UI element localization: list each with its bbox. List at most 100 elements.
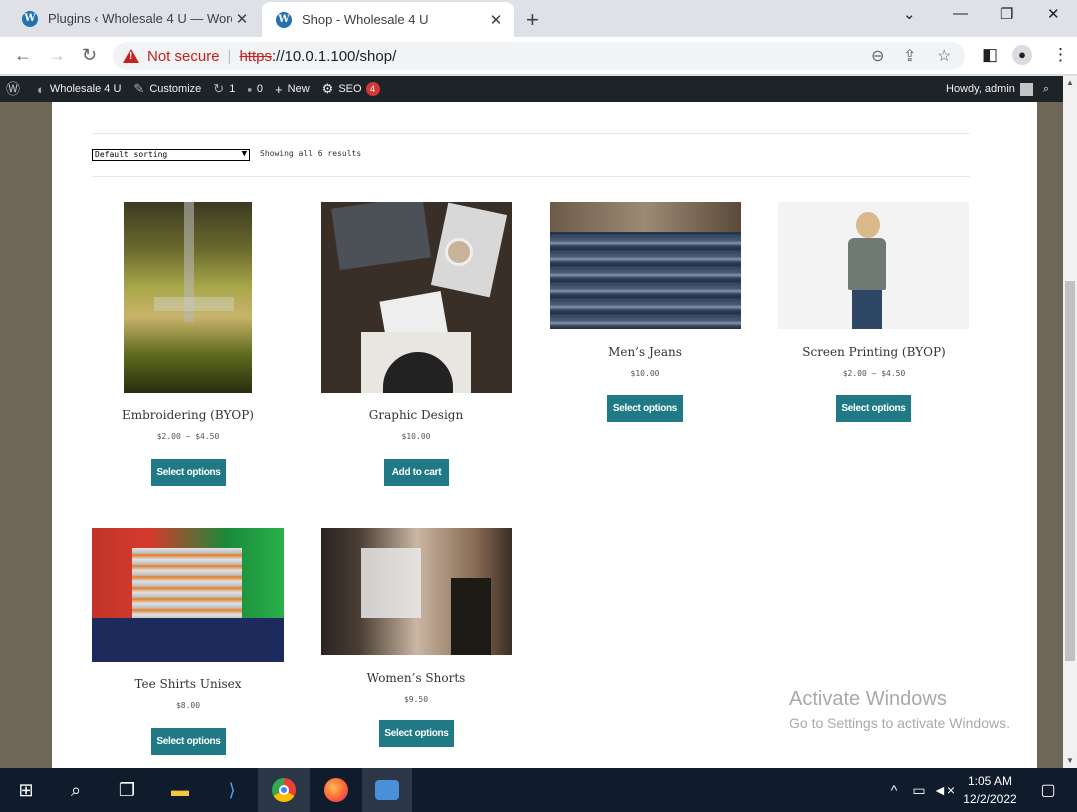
windows-start-icon[interactable]: ⊞: [12, 776, 40, 804]
seo-menu[interactable]: ⚙ SEO 4: [322, 81, 380, 97]
url-scheme: https: [239, 47, 272, 65]
warning-icon: [123, 49, 139, 63]
plus-icon: +: [275, 81, 283, 97]
scrollbar-thumb[interactable]: [1065, 281, 1075, 661]
file-explorer-icon[interactable]: ▬: [166, 776, 194, 804]
dashboard-icon: ◐: [37, 81, 45, 97]
select-options-button[interactable]: Select options: [836, 395, 911, 422]
product-image-screen-printing[interactable]: [778, 202, 969, 329]
product-price: $10.00: [401, 432, 431, 441]
product-image-tee-shirts[interactable]: [92, 528, 284, 662]
tab-plugins[interactable]: W Plugins ‹ Wholesale 4 U — WordPress ✕: [8, 0, 260, 37]
avatar: [1019, 82, 1033, 96]
task-view-icon[interactable]: ❐: [113, 776, 141, 804]
seo-icon: ⚙: [321, 81, 334, 96]
firefox-icon[interactable]: [322, 776, 350, 804]
profile-icon[interactable]: ●: [1012, 45, 1032, 65]
product-image-embroidering[interactable]: [124, 202, 252, 393]
remote-desktop-icon[interactable]: [373, 776, 401, 804]
volume-muted-icon[interactable]: ◄×: [930, 776, 958, 804]
share-icon[interactable]: ⇪: [903, 46, 916, 66]
tab-search-chevron-icon[interactable]: ⌄: [903, 5, 916, 23]
product-name[interactable]: Men’s Jeans: [530, 345, 760, 359]
chrome-icon[interactable]: [270, 776, 298, 804]
search-icon[interactable]: ⌕: [1043, 83, 1049, 96]
new-content-link[interactable]: + New: [275, 82, 310, 97]
separator: |: [227, 47, 232, 65]
close-tab-icon[interactable]: ✕: [232, 10, 252, 28]
security-label[interactable]: Not secure: [147, 48, 220, 65]
comments-link[interactable]: ▪ 0: [247, 82, 263, 97]
select-options-button[interactable]: Select options: [607, 395, 683, 422]
close-window-icon[interactable]: ✕: [1047, 5, 1060, 23]
product-price: $8.00: [175, 701, 201, 710]
divider: [92, 133, 970, 134]
browser-toolbar: ← → ↻ Not secure | https://10.0.1.100/sh…: [0, 37, 1077, 75]
clock-date: 12/2/2022: [963, 792, 1017, 806]
tab-title: Shop - Wholesale 4 U: [302, 12, 429, 27]
page-viewport: Default sorting ▼ Showing all 6 results …: [0, 102, 1063, 768]
select-options-button[interactable]: Select options: [151, 459, 226, 486]
product-price: $2.00 – $4.50: [156, 432, 220, 441]
site-name-link[interactable]: ◐ Wholesale 4 U: [37, 82, 121, 97]
tab-title: Plugins ‹ Wholesale 4 U — WordPress: [48, 11, 232, 26]
restore-icon[interactable]: ❐: [1000, 5, 1013, 23]
wordpress-icon: W: [276, 11, 292, 28]
search-icon[interactable]: ⌕: [62, 776, 90, 804]
close-tab-icon[interactable]: ✕: [486, 11, 506, 29]
clock-time: 1:05 AM: [967, 774, 1013, 788]
add-to-cart-button[interactable]: Add to cart: [384, 459, 449, 486]
scroll-up-icon[interactable]: ▲: [1066, 78, 1074, 87]
updates-link[interactable]: ↻ 1: [213, 81, 235, 97]
forward-icon[interactable]: →: [48, 45, 66, 66]
sort-select[interactable]: Default sorting ▼: [92, 149, 250, 161]
tab-shop[interactable]: W Shop - Wholesale 4 U ✕: [262, 2, 514, 37]
new-tab-icon[interactable]: +: [526, 7, 539, 33]
wp-admin-bar: Ⓦ ◐ Wholesale 4 U ✎ Customize ↻ 1 ▪ 0 + New ⚙…: [0, 76, 1077, 102]
address-bar[interactable]: Not secure | https://10.0.1.100/shop/ ⊖ …: [113, 42, 965, 70]
result-count: Showing all 6 results: [260, 149, 362, 158]
product-name[interactable]: Screen Printing (BYOP): [759, 345, 989, 359]
browser-tab-strip: W Plugins ‹ Wholesale 4 U — WordPress ✕ …: [0, 0, 1077, 37]
activate-windows-subtitle: Go to Settings to activate Windows.: [789, 715, 1010, 731]
page-scrollbar[interactable]: ▲ ▼: [1063, 76, 1077, 768]
select-options-button[interactable]: Select options: [379, 720, 454, 747]
bookmark-star-icon[interactable]: ☆: [937, 46, 951, 66]
show-hidden-icons-chevron-icon[interactable]: ^: [880, 776, 908, 804]
chevron-down-icon: ▼: [241, 149, 247, 159]
network-icon[interactable]: ▭: [905, 776, 933, 804]
product-price: $10.00: [630, 369, 660, 378]
menu-icon[interactable]: ⋮: [1052, 45, 1069, 65]
product-price: $2.00 – $4.50: [842, 369, 906, 378]
minimize-icon[interactable]: —: [953, 5, 968, 22]
wp-logo-icon[interactable]: Ⓦ: [6, 79, 25, 99]
windows-taskbar: ⊞ ⌕ ❐ ▬ ⟩ ^ ▭ ◄× 1:05 AM 12/2/2022 ▢: [0, 768, 1077, 812]
product-name[interactable]: Graphic Design: [301, 408, 531, 422]
wordpress-icon: W: [22, 10, 38, 27]
customize-link[interactable]: ✎ Customize: [133, 81, 201, 97]
url-text: ://10.0.1.100/shop/: [271, 47, 397, 65]
seo-count-badge: 4: [365, 82, 380, 96]
comment-icon: ▪: [247, 81, 252, 97]
product-image-graphic-design[interactable]: [321, 202, 512, 393]
product-image-womens-shorts[interactable]: [321, 528, 512, 655]
product-price: $9.50: [403, 695, 429, 704]
product-name[interactable]: Tee Shirts Unisex: [73, 677, 303, 691]
product-image-mens-jeans[interactable]: [550, 202, 741, 329]
back-icon[interactable]: ←: [14, 45, 32, 66]
system-clock[interactable]: 1:05 AM 12/2/2022: [960, 772, 1020, 808]
product-name[interactable]: Women’s Shorts: [301, 671, 531, 685]
scroll-down-icon[interactable]: ▼: [1066, 756, 1074, 765]
updates-icon: ↻: [213, 81, 225, 96]
side-panel-icon[interactable]: ◧: [982, 45, 998, 65]
notifications-icon[interactable]: ▢: [1034, 776, 1062, 804]
zoom-icon[interactable]: ⊖: [871, 46, 884, 66]
divider: [92, 176, 970, 177]
howdy-account-menu[interactable]: Howdy, admin: [946, 82, 1033, 96]
activate-windows-title: Activate Windows: [789, 688, 947, 710]
reload-icon[interactable]: ↻: [82, 45, 97, 66]
product-name[interactable]: Embroidering (BYOP): [73, 408, 303, 422]
select-options-button[interactable]: Select options: [151, 728, 226, 755]
powershell-icon[interactable]: ⟩: [218, 776, 246, 804]
brush-icon: ✎: [133, 81, 145, 96]
